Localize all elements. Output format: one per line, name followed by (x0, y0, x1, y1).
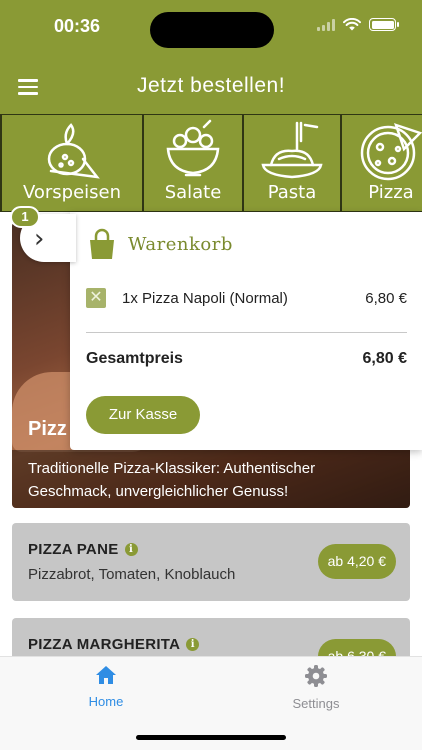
cellular-signal-icon (317, 18, 335, 31)
tab-home[interactable]: Home (46, 665, 166, 709)
gear-icon (305, 665, 327, 687)
hero-description: Traditionelle Pizza-Klassiker: Authentis… (28, 460, 316, 500)
price-button[interactable]: ab 6,30 € (317, 639, 396, 656)
category-pasta[interactable]: Pasta (244, 115, 342, 211)
menu-item-name: PIZZA MARGHERITA (28, 636, 181, 653)
total-label: Gesamtpreis (86, 350, 183, 367)
wifi-icon (343, 18, 361, 31)
home-icon (96, 666, 116, 684)
cart-count-badge: 1 (10, 206, 40, 228)
category-label: Salate (164, 182, 222, 203)
pasta-icon (261, 121, 323, 179)
cart-total-row: Gesamtpreis 6,80 € (86, 350, 407, 368)
pizza-icon (360, 123, 422, 181)
tab-settings[interactable]: Settings (256, 665, 376, 711)
category-label: Pasta (267, 182, 317, 203)
menu-item-name-row: PIZZA MARGHERITA i (28, 636, 200, 653)
cart-item-price: 6,80 € (365, 289, 407, 307)
remove-item-icon[interactable]: ✕ (86, 288, 106, 308)
category-salate[interactable]: Salate (144, 115, 244, 211)
hero-caption: Traditionelle Pizza-Klassiker: Authentis… (12, 450, 410, 508)
status-time: 00:36 (54, 16, 101, 36)
battery-icon (369, 18, 399, 31)
app-header: 00:36 Jetzt bestellen! (0, 0, 422, 114)
tab-label: Settings (292, 696, 340, 711)
price-button[interactable]: ab 4,20 € (317, 544, 396, 579)
status-icons (317, 18, 399, 31)
category-label: Vorspeisen (22, 182, 122, 203)
menu-item-name: PIZZA PANE (28, 541, 119, 558)
category-strip[interactable]: Vorspeisen Salate Pasta Pizza (0, 114, 422, 212)
appetizer-icon (47, 123, 100, 179)
divider (86, 332, 407, 333)
category-vorspeisen[interactable]: Vorspeisen (0, 115, 144, 211)
chevron-right-icon: › (34, 224, 45, 254)
shopping-bag-icon (90, 228, 114, 259)
menu-item-description: Pizzabrot, Tomaten, Knoblauch (28, 566, 236, 583)
page-title: Jetzt bestellen! (136, 74, 286, 97)
category-label: Pizza (368, 182, 414, 203)
menu-item-name-row: PIZZA PANE i (28, 541, 138, 558)
home-indicator (136, 735, 286, 740)
hero-title: Pizz (28, 418, 67, 440)
cart-line-item: ✕ 1x Pizza Napoli (Normal) 6,80 € (86, 286, 407, 310)
total-value: 6,80 € (362, 350, 407, 367)
checkout-button[interactable]: Zur Kasse (86, 396, 200, 434)
cart-item-text: 1x Pizza Napoli (Normal) (122, 289, 288, 307)
cart-title: Warenkorb (128, 233, 233, 255)
tab-label: Home (88, 694, 124, 709)
menu-item-card[interactable]: PIZZA PANE i Pizzabrot, Tomaten, Knoblau… (12, 523, 410, 601)
cart-header: Warenkorb (88, 228, 233, 260)
dynamic-island (150, 12, 274, 48)
category-pizza[interactable]: Pizza (342, 115, 422, 211)
salad-icon (166, 119, 220, 177)
info-icon[interactable]: i (186, 638, 200, 651)
cart-panel: Warenkorb ✕ 1x Pizza Napoli (Normal) 6,8… (70, 212, 422, 450)
info-icon[interactable]: i (124, 543, 138, 556)
menu-item-card[interactable]: PIZZA MARGHERITA i ab 6,30 € (12, 618, 410, 656)
